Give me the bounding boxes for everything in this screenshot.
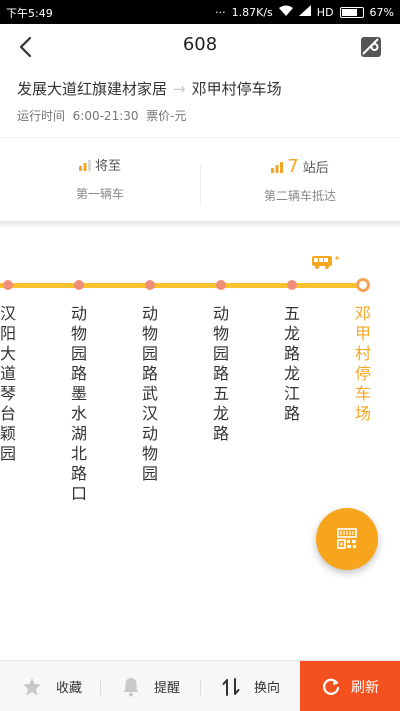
first-bus-status-row: 将至 [0, 156, 200, 179]
remind-label: 提醒 [154, 681, 181, 696]
qr-code-icon [337, 528, 357, 549]
bottom-toolbar: 收藏 提醒 换向 刷新 [0, 660, 400, 711]
second-bus-info: 7 站后 第二辆车抵达 [200, 156, 400, 216]
first-bus-info: 将至 第一辆车 [0, 156, 200, 216]
route-from: 发展大道红旗建材家居 [17, 80, 168, 98]
second-bus-status-row: 7 站后 [200, 156, 400, 181]
swap-arrows-icon [222, 677, 240, 696]
map-button[interactable] [360, 36, 382, 58]
current-station-dot [356, 278, 370, 292]
station-dot [216, 280, 226, 290]
favorite-label: 收藏 [56, 681, 83, 696]
signal-bars-icon [78, 157, 91, 179]
status-right: ··· 1.87K/s HD 67% [215, 5, 394, 19]
network-type: HD [316, 5, 334, 19]
wifi-icon [278, 5, 293, 19]
station-name[interactable]: 动物园路武汉动物园 [140, 304, 160, 484]
toolbar-divider [100, 679, 101, 695]
route-to: 邓甲村停车场 [191, 80, 282, 98]
refresh-icon [323, 678, 340, 695]
station-name-current[interactable]: 邓甲村停车场 [353, 304, 373, 424]
battery-icon [339, 6, 364, 18]
station-dot [287, 280, 297, 290]
divider [0, 137, 400, 138]
dots-icon: ··· [215, 5, 226, 19]
remind-button[interactable]: 提醒 [122, 661, 180, 711]
title-bar: 608 [0, 24, 400, 70]
second-bus-count: 7 [287, 156, 299, 177]
station-name[interactable]: 五龙路龙江路 [282, 304, 302, 424]
route-line [0, 283, 365, 288]
arrival-panel: 将至 第一辆车 7 站后 第二辆车抵达 [0, 156, 400, 216]
station-dot [3, 280, 13, 290]
station-name[interactable]: 动物园路墨水湖北路口 [69, 304, 89, 504]
qr-code-button[interactable] [316, 508, 378, 570]
page-title: 608 [182, 34, 218, 55]
run-info: 运行时间 6:00-21:30 票价-元 [17, 107, 187, 124]
refresh-label: 刷新 [351, 679, 379, 696]
signal-icon [298, 5, 311, 19]
station-dot [145, 280, 155, 290]
star-icon [23, 677, 41, 695]
station-dot [74, 280, 84, 290]
hours-value: 6:00-21:30 [72, 109, 139, 123]
toolbar-divider [200, 679, 201, 695]
switch-label: 换向 [254, 681, 281, 696]
first-bus-status: 将至 [94, 159, 121, 174]
second-bus-unit: 站后 [302, 161, 329, 176]
station-name[interactable]: 动物园路五龙路 [211, 304, 231, 444]
hours-label: 运行时间 [17, 109, 66, 123]
station-name[interactable]: 汉阳大道琴台颖园 [0, 304, 18, 464]
network-speed: 1.87K/s [231, 5, 273, 19]
first-bus-caption: 第一辆车 [75, 187, 124, 201]
status-bar: 下午5:49 ··· 1.87K/s HD 67% [0, 0, 400, 24]
fare: 票价-元 [146, 109, 187, 123]
bus-icon [312, 254, 342, 270]
route-arrow-icon: → [173, 80, 186, 98]
refresh-button[interactable]: 刷新 [300, 661, 400, 711]
bell-icon [123, 677, 139, 696]
favorite-button[interactable]: 收藏 [22, 661, 82, 711]
signal-bars-icon [271, 159, 284, 181]
panel-shadow [0, 221, 400, 229]
map-location-icon [361, 37, 381, 57]
second-bus-caption: 第二辆车抵达 [263, 189, 336, 203]
status-time: 下午5:49 [6, 7, 53, 20]
route-endpoints: 发展大道红旗建材家居 → 邓甲村停车场 [17, 78, 390, 99]
switch-direction-button[interactable]: 换向 [222, 661, 280, 711]
battery-level: 67% [369, 5, 394, 19]
